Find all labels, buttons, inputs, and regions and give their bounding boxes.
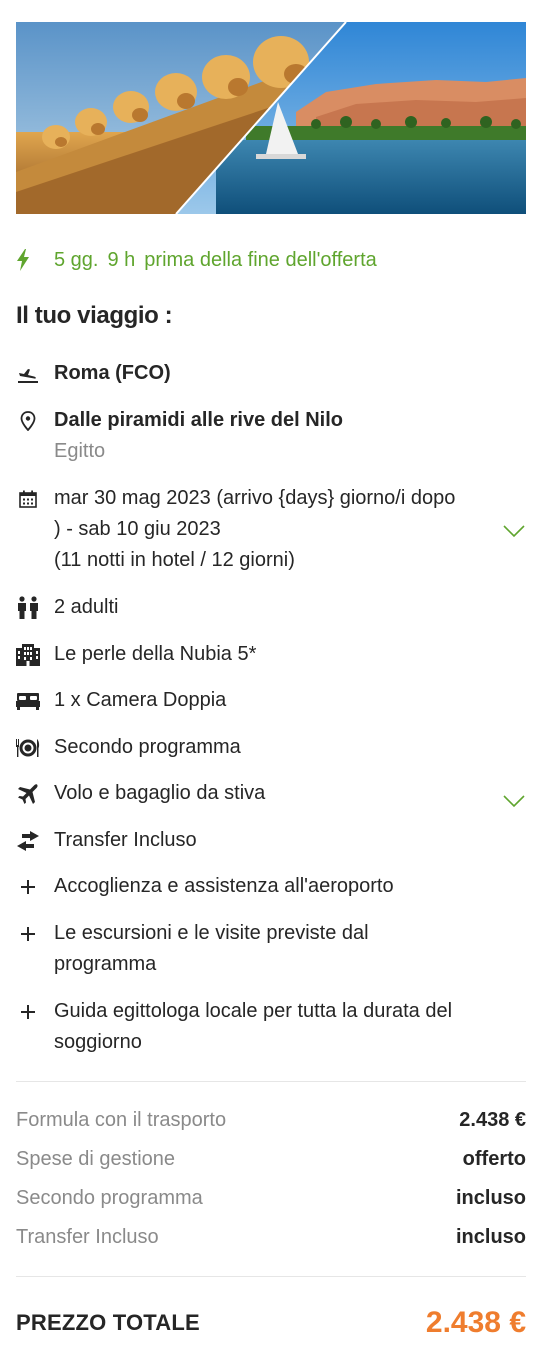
plus-icon: [16, 918, 40, 949]
transfer-text: Transfer Incluso: [54, 829, 197, 851]
divider: [16, 1081, 526, 1082]
extra-2-line-2: programma: [54, 953, 157, 975]
travellers-text: 2 adulti: [54, 596, 119, 618]
extra-1-text: Accoglienza e assistenza all'aeroporto: [54, 875, 394, 897]
extra-3-line-2: soggiorno: [54, 1031, 142, 1053]
destination-country: Egitto: [54, 440, 106, 462]
flight-row[interactable]: Volo e bagaglio da stiva: [16, 778, 526, 809]
plane-departure-icon: [16, 358, 40, 389]
extra-row-3: Guida egittologa locale per tutta la dur…: [16, 996, 526, 1058]
destination-title: Dalle piramidi alle rive del Nilo: [54, 409, 343, 431]
departure-airport: Roma (FCO): [54, 362, 171, 384]
dining-icon: [16, 732, 40, 763]
plane-icon: [16, 778, 40, 809]
hotel-name: Le perle della Nubia 5*: [54, 643, 257, 665]
countdown-text: prima della fine dell'offerta: [144, 248, 377, 271]
extra-row-1: Accoglienza e assistenza all'aeroporto: [16, 871, 526, 902]
board-text: Secondo programma: [54, 736, 241, 758]
price-value: 2.438 €: [459, 1109, 526, 1131]
lightning-icon: [16, 249, 40, 271]
people-icon: [16, 592, 40, 623]
price-label: Spese di gestione: [16, 1148, 176, 1170]
trip-heading: Il tuo viaggio :: [16, 302, 173, 329]
departure-row: Roma (FCO): [16, 358, 526, 389]
offer-countdown: 5 gg. 9 h prima della fine dell'offerta: [16, 244, 377, 276]
price-label: Secondo programma: [16, 1187, 203, 1209]
price-label: Formula con il trasporto: [16, 1109, 227, 1131]
hotel-row: Le perle della Nubia 5*: [16, 639, 526, 670]
total-price-value: 2.438 €: [425, 1306, 526, 1339]
hotel-building-icon: [16, 639, 40, 670]
countdown-hours: 9 h: [107, 248, 136, 271]
price-label: Transfer Incluso: [16, 1226, 159, 1248]
room-text: 1 x Camera Doppia: [54, 689, 227, 711]
price-row: Spese di gestione offerto: [16, 1145, 526, 1173]
travellers-row: 2 adulti: [16, 592, 526, 623]
room-row: 1 x Camera Doppia: [16, 685, 526, 716]
dates-line-1: mar 30 mag 2023 (arrivo {days} giorno/i …: [54, 487, 456, 509]
price-row: Secondo programma incluso: [16, 1184, 526, 1212]
price-value: incluso: [455, 1187, 526, 1209]
hero-image: [16, 22, 526, 214]
transfer-row: Transfer Incluso: [16, 825, 526, 856]
board-row: Secondo programma: [16, 732, 526, 763]
countdown-days: 5 gg.: [54, 248, 99, 271]
total-price-row: PREZZO TOTALE 2.438 €: [16, 1306, 526, 1340]
plus-icon: [16, 871, 40, 902]
dates-row[interactable]: mar 30 mag 2023 (arrivo {days} giorno/i …: [16, 483, 526, 576]
price-value: incluso: [455, 1226, 526, 1248]
plus-icon: [16, 996, 40, 1027]
dates-line-2: ) - sab 10 giu 2023: [54, 518, 221, 540]
dates-line-3: (11 notti in hotel / 12 giorni): [54, 549, 295, 571]
total-price-label: PREZZO TOTALE: [16, 1310, 200, 1335]
price-row: Transfer Incluso incluso: [16, 1223, 526, 1251]
price-row: Formula con il trasporto 2.438 €: [16, 1106, 526, 1134]
chevron-down-icon[interactable]: [502, 517, 526, 548]
extra-2-line-1: Le escursioni e le visite previste dal: [54, 922, 369, 944]
chevron-down-icon[interactable]: [502, 787, 526, 818]
price-value: offerto: [462, 1148, 526, 1170]
destination-row: Dalle piramidi alle rive del Nilo Egitto: [16, 405, 526, 467]
extra-row-2: Le escursioni e le visite previste dal p…: [16, 918, 526, 980]
extra-3-line-1: Guida egittologa locale per tutta la dur…: [54, 1000, 453, 1022]
flight-text: Volo e bagaglio da stiva: [54, 782, 266, 804]
transfer-arrows-icon: [16, 825, 40, 856]
bed-icon: [16, 685, 40, 716]
divider: [16, 1276, 526, 1277]
location-pin-icon: [16, 405, 40, 436]
calendar-icon: [16, 483, 40, 514]
